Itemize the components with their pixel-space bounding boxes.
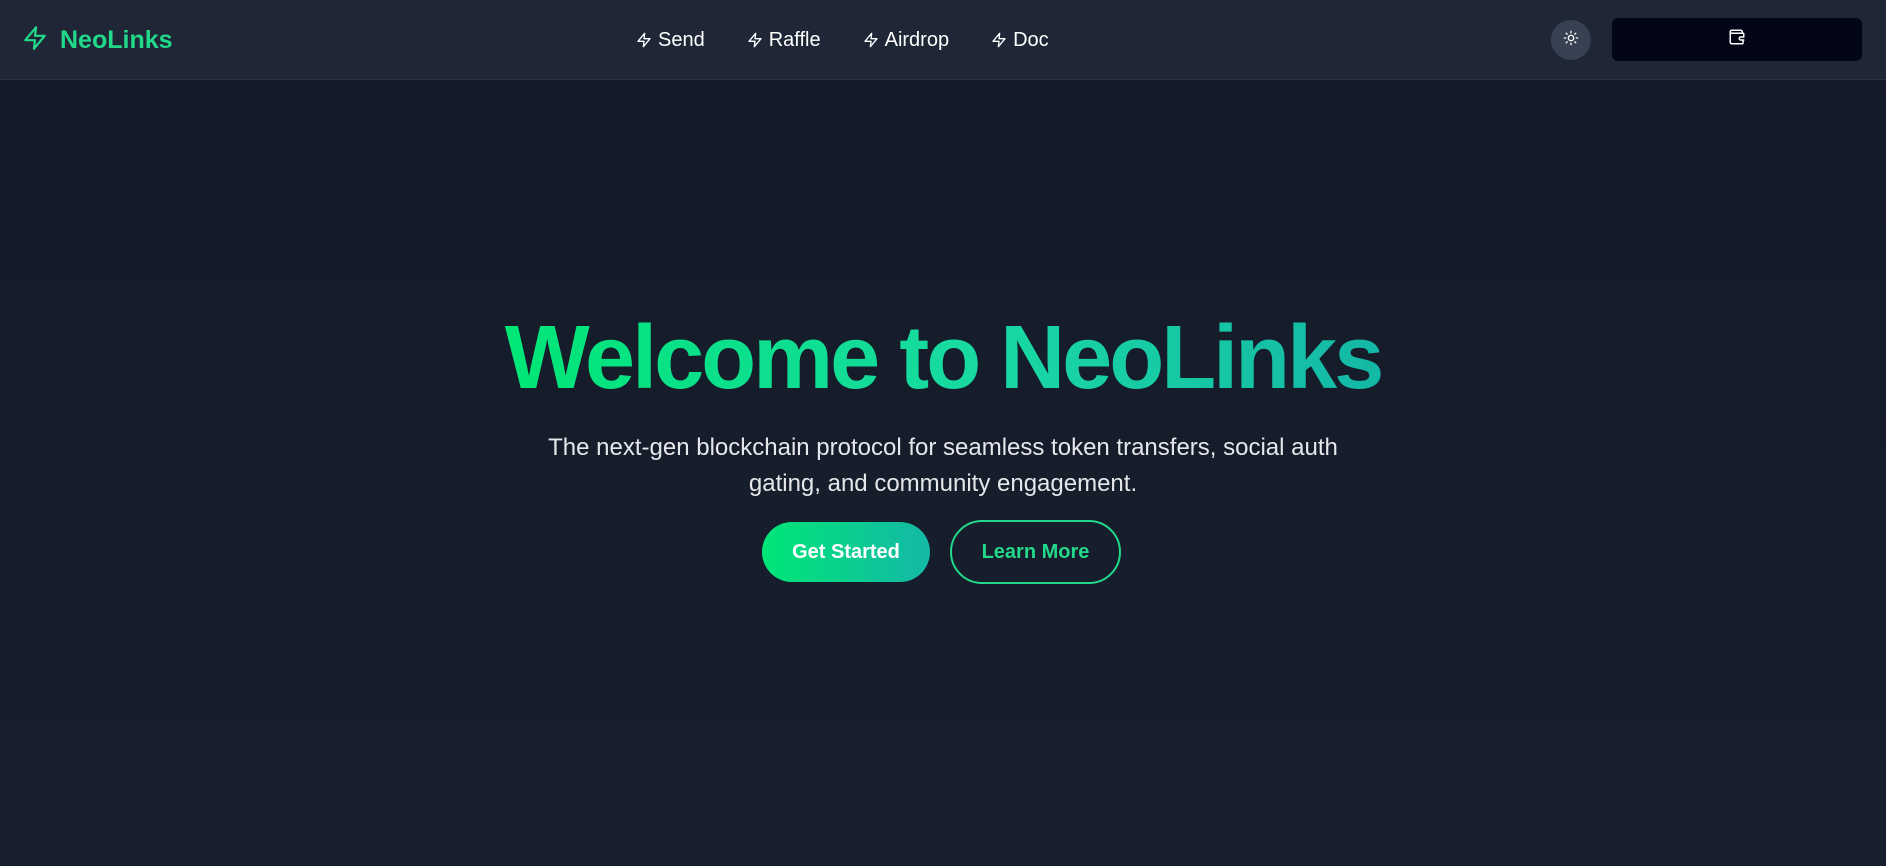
wallet-icon [1728, 28, 1746, 51]
hero-section: Welcome to NeoLinks The next-gen blockch… [0, 80, 1886, 866]
lightning-bolt-icon [991, 31, 1007, 49]
lightning-bolt-icon [22, 24, 48, 57]
theme-toggle-button[interactable] [1551, 20, 1591, 60]
main-nav: Send Raffle Airdrop Doc [636, 24, 1049, 56]
nav-item-send[interactable]: Send [636, 29, 705, 52]
hero-title: Welcome to NeoLinks [0, 308, 1886, 408]
nav-item-raffle[interactable]: Raffle [747, 29, 821, 52]
nav-item-label: Send [658, 28, 705, 51]
lightning-bolt-icon [863, 31, 879, 49]
nav-item-label: Airdrop [884, 28, 950, 51]
connect-wallet-button[interactable] [1612, 18, 1862, 61]
hero-subtitle: The next-gen blockchain protocol for sea… [548, 434, 1338, 497]
brand-name: NeoLinks [60, 25, 173, 54]
get-started-button[interactable]: Get Started [762, 522, 930, 582]
page: NeoLinks Send Raffle Airdrop Doc Welcome… [0, 0, 1886, 866]
top-navbar: NeoLinks Send Raffle Airdrop Doc [0, 0, 1886, 80]
nav-item-label: Doc [1013, 28, 1049, 51]
brand-logo-link[interactable]: NeoLinks [22, 22, 173, 58]
lightning-bolt-icon [636, 31, 652, 49]
nav-item-doc[interactable]: Doc [991, 29, 1049, 52]
nav-item-label: Raffle [768, 28, 821, 51]
hero-title-text: Welcome to NeoLinks [504, 308, 1385, 408]
learn-more-button[interactable]: Learn More [950, 520, 1121, 584]
nav-item-airdrop[interactable]: Airdrop [863, 29, 949, 52]
sun-icon [1563, 30, 1579, 51]
lightning-bolt-icon [747, 31, 763, 49]
